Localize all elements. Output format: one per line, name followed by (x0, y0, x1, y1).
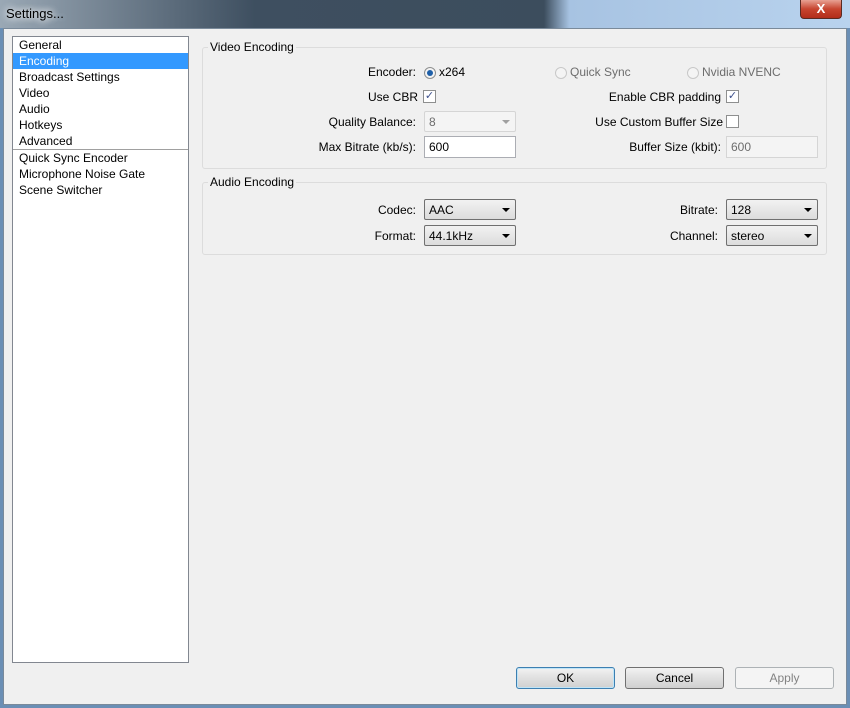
format-dropdown[interactable]: 44.1kHz (424, 225, 516, 246)
codec-value: AAC (429, 203, 454, 217)
quality-balance-value: 8 (429, 115, 436, 129)
video-encoding-group: Video Encoding Encoder: x264 Quick Sync … (202, 40, 827, 169)
codec-label: Codec: (377, 203, 416, 217)
sidebar-item-quick-sync-encoder[interactable]: Quick Sync Encoder (13, 150, 188, 166)
channel-value: stereo (731, 229, 765, 243)
cbr-padding-label: Enable CBR padding (608, 90, 721, 104)
audio-encoding-group: Audio Encoding Codec: AAC Bitrate: 128 F… (202, 175, 827, 255)
chevron-down-icon (804, 208, 812, 212)
bitrate-label: Bitrate: (679, 203, 718, 217)
custom-buffer-label: Use Custom Buffer Size (595, 115, 723, 129)
ok-button[interactable]: OK (516, 667, 615, 689)
sidebar-item-video[interactable]: Video (13, 85, 188, 101)
sidebar-item-microphone-noise-gate[interactable]: Microphone Noise Gate (13, 166, 188, 182)
quality-balance-label: Quality Balance: (328, 115, 416, 129)
group-title: Audio Encoding (208, 175, 297, 189)
x264-radio[interactable] (424, 67, 436, 79)
bitrate-dropdown[interactable]: 128 (726, 199, 818, 220)
use-cbr-checkbox[interactable]: ✓ (423, 90, 436, 103)
buffer-size-input[interactable]: 600 (726, 136, 818, 158)
bitrate-value: 128 (731, 203, 752, 217)
quality-balance-dropdown[interactable]: 8 (424, 111, 516, 132)
group-title: Video Encoding (208, 40, 296, 54)
format-label: Format: (374, 229, 416, 243)
close-button[interactable]: X (800, 0, 842, 19)
channel-label: Channel: (669, 229, 718, 243)
buffer-size-label: Buffer Size (kbit): (629, 140, 721, 154)
max-bitrate-input[interactable]: 600 (424, 136, 516, 158)
x264-label: x264 (439, 65, 466, 79)
chevron-down-icon (804, 234, 812, 238)
encoder-label: Encoder: (367, 65, 416, 79)
channel-dropdown[interactable]: stereo (726, 225, 818, 246)
cbr-padding-checkbox[interactable]: ✓ (726, 90, 739, 103)
apply-button[interactable]: Apply (735, 667, 834, 689)
quick-sync-label: Quick Sync (570, 65, 631, 79)
use-cbr-label: Use CBR (367, 90, 418, 104)
codec-dropdown[interactable]: AAC (424, 199, 516, 220)
sidebar-item-advanced[interactable]: Advanced (13, 133, 188, 149)
chevron-down-icon (502, 234, 510, 238)
format-value: 44.1kHz (429, 229, 474, 243)
chevron-down-icon (502, 208, 510, 212)
sidebar-item-broadcast-settings[interactable]: Broadcast Settings (13, 69, 188, 85)
sidebar-item-scene-switcher[interactable]: Scene Switcher (13, 182, 188, 198)
chevron-down-icon (502, 120, 510, 124)
nvenc-label: Nvidia NVENC (702, 65, 781, 79)
sidebar-item-hotkeys[interactable]: Hotkeys (13, 117, 188, 133)
sidebar-item-audio[interactable]: Audio (13, 101, 188, 117)
sidebar-item-encoding[interactable]: Encoding (13, 53, 188, 69)
custom-buffer-checkbox[interactable] (726, 115, 739, 128)
nvenc-radio[interactable] (687, 67, 699, 79)
quick-sync-radio[interactable] (555, 67, 567, 79)
settings-dialog: General Encoding Broadcast Settings Vide… (3, 28, 847, 705)
settings-category-list[interactable]: General Encoding Broadcast Settings Vide… (12, 36, 189, 663)
cancel-button[interactable]: Cancel (625, 667, 724, 689)
title-bar[interactable]: Settings... X (0, 0, 850, 28)
window-title: Settings... (6, 6, 64, 21)
max-bitrate-label: Max Bitrate (kb/s): (318, 140, 416, 154)
sidebar-item-general[interactable]: General (13, 37, 188, 53)
